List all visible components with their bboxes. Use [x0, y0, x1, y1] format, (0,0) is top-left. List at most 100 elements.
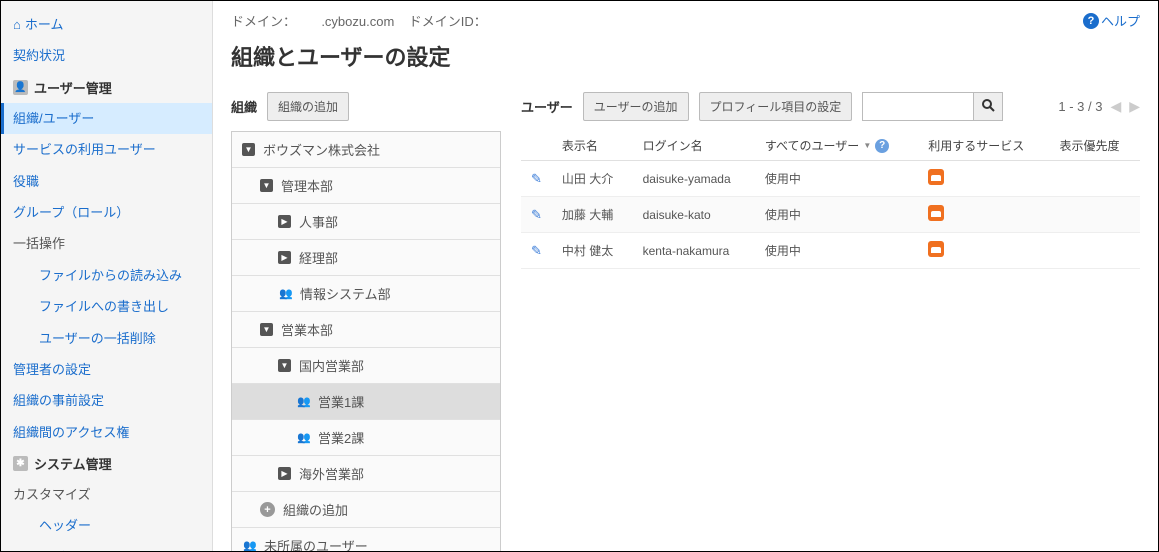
tree-item-label: 国内営業部 — [299, 356, 364, 375]
edit-icon[interactable]: ✎ — [531, 243, 542, 258]
nav-groups[interactable]: グループ（ロール） — [1, 197, 212, 228]
tree-item-label: 営業2課 — [318, 428, 364, 447]
tree-item[interactable]: 管理本部 — [232, 168, 500, 204]
tree-unassigned[interactable]: 👥未所属のユーザー — [232, 528, 500, 551]
tree-item[interactable]: 👥 営業1課 — [232, 384, 500, 420]
tree-item[interactable]: 営業本部 — [232, 312, 500, 348]
pager-next-icon[interactable]: ▶ — [1129, 98, 1140, 115]
nav-login-page[interactable]: ログインページ — [1, 542, 212, 551]
domain-id-label: ドメインID： — [409, 14, 487, 29]
help-link[interactable]: ? ヘルプ — [1083, 11, 1140, 30]
search-icon — [981, 98, 995, 112]
domain-value: .cybozu.com — [321, 14, 394, 29]
tree-item[interactable]: 人事部 — [232, 204, 500, 240]
col-login-name: ログイン名 — [633, 131, 755, 161]
domain-label: ドメイン： — [231, 14, 296, 29]
users-icon: 👥 — [242, 539, 258, 551]
help-tooltip-icon[interactable]: ? — [875, 139, 889, 153]
tree-add-org[interactable]: +組織の追加 — [232, 492, 500, 528]
pager-prev-icon[interactable]: ◀ — [1110, 98, 1121, 115]
tree-item-label: 情報システム部 — [300, 284, 391, 303]
user-column: ユーザー ユーザーの追加 プロフィール項目の設定 1 - 3 / 3 ◀ ▶ — [521, 92, 1140, 551]
cell-display-name: 山田 大介 — [552, 161, 633, 197]
tree-item[interactable]: ボウズマン株式会社 — [232, 132, 500, 168]
nav-header[interactable]: ヘッダー — [1, 510, 212, 541]
tree-item-label: 海外営業部 — [299, 464, 364, 483]
org-title: 組織 — [231, 97, 257, 116]
nav-contract[interactable]: 契約状況 — [1, 40, 212, 71]
cell-status: 使用中 — [755, 233, 918, 269]
collapse-icon[interactable] — [260, 179, 273, 192]
users-icon: 👥 — [296, 395, 312, 408]
cell-status: 使用中 — [755, 161, 918, 197]
tree-item-label: 人事部 — [299, 212, 338, 231]
tree-item[interactable]: 経理部 — [232, 240, 500, 276]
tree-item[interactable]: 👥 営業2課 — [232, 420, 500, 456]
users-title: ユーザー — [521, 97, 573, 116]
cell-login-name: kenta-nakamura — [633, 233, 755, 269]
users-icon: 👥 — [278, 287, 294, 300]
user-section-icon: 👤 — [13, 80, 28, 95]
service-icon — [928, 205, 944, 221]
nav-admin-settings[interactable]: 管理者の設定 — [1, 354, 212, 385]
nav-service-users[interactable]: サービスの利用ユーザー — [1, 134, 212, 165]
section-user-mgmt: 👤 ユーザー管理 — [1, 72, 212, 103]
cell-login-name: daisuke-yamada — [633, 161, 755, 197]
top-bar: ドメイン： .cybozu.com ドメインID： ? ヘルプ — [231, 11, 1140, 30]
tree-item-label: ボウズマン株式会社 — [263, 140, 380, 159]
nav-export[interactable]: ファイルへの書き出し — [1, 291, 212, 322]
search-button[interactable] — [973, 93, 1002, 120]
collapse-icon[interactable] — [278, 359, 291, 372]
nav-positions[interactable]: 役職 — [1, 166, 212, 197]
expand-icon[interactable] — [278, 215, 291, 228]
nav-home[interactable]: ⌂ ホーム — [1, 9, 212, 40]
plus-icon: + — [260, 502, 275, 517]
col-priority: 表示優先度 — [1049, 131, 1140, 161]
page-title: 組織とユーザーの設定 — [231, 40, 1140, 72]
help-icon: ? — [1083, 13, 1099, 29]
gear-section-icon: ✱ — [13, 456, 28, 471]
user-search — [862, 92, 1003, 121]
cell-display-name: 加藤 大輔 — [552, 197, 633, 233]
nav-customize-label: カスタマイズ — [1, 479, 212, 510]
table-row: ✎ 中村 健太kenta-nakamura使用中 — [521, 233, 1140, 269]
expand-icon[interactable] — [278, 251, 291, 264]
org-column: 組織 組織の追加 ボウズマン株式会社管理本部人事部経理部 👥 情報システム部営業本部… — [231, 92, 501, 551]
main-content: ドメイン： .cybozu.com ドメインID： ? ヘルプ 組織とユーザーの… — [213, 1, 1158, 551]
tree-item-label: 管理本部 — [281, 176, 333, 195]
nav-bulk-delete[interactable]: ユーザーの一括削除 — [1, 323, 212, 354]
search-input[interactable] — [863, 94, 973, 119]
nav-home-label: ホーム — [25, 13, 64, 36]
cell-status: 使用中 — [755, 197, 918, 233]
tree-item-label: 営業1課 — [318, 392, 364, 411]
org-tree: ボウズマン株式会社管理本部人事部経理部 👥 情報システム部営業本部国内営業部 👥 営業1… — [231, 131, 501, 551]
sidebar: ⌂ ホーム 契約状況 👤 ユーザー管理 組織/ユーザー サービスの利用ユーザー … — [1, 1, 213, 551]
edit-icon[interactable]: ✎ — [531, 171, 542, 186]
service-icon — [928, 169, 944, 185]
add-user-button[interactable]: ユーザーの追加 — [583, 92, 689, 121]
home-icon: ⌂ — [13, 13, 21, 36]
cell-display-name: 中村 健太 — [552, 233, 633, 269]
add-org-button[interactable]: 組織の追加 — [267, 92, 349, 121]
col-display-name: 表示名 — [552, 131, 633, 161]
nav-org-preset[interactable]: 組織の事前設定 — [1, 385, 212, 416]
edit-icon[interactable]: ✎ — [531, 207, 542, 222]
tree-item-label: 経理部 — [299, 248, 338, 267]
pager-text: 1 - 3 / 3 — [1058, 99, 1102, 114]
tree-item[interactable]: 海外営業部 — [232, 456, 500, 492]
tree-item[interactable]: 👥 情報システム部 — [232, 276, 500, 312]
collapse-icon[interactable] — [242, 143, 255, 156]
tree-item-label: 営業本部 — [281, 320, 333, 339]
tree-item[interactable]: 国内営業部 — [232, 348, 500, 384]
profile-fields-button[interactable]: プロフィール項目の設定 — [699, 92, 853, 121]
nav-org-access[interactable]: 組織間のアクセス権 — [1, 417, 212, 448]
collapse-icon[interactable] — [260, 323, 273, 336]
table-row: ✎ 山田 大介daisuke-yamada使用中 — [521, 161, 1140, 197]
user-table: 表示名 ログイン名 すべてのユーザー ▼ ? 利用するサービス 表示優先度 — [521, 131, 1140, 269]
users-icon: 👥 — [296, 431, 312, 444]
expand-icon[interactable] — [278, 467, 291, 480]
nav-org-user[interactable]: 組織/ユーザー — [1, 103, 212, 134]
nav-import[interactable]: ファイルからの読み込み — [1, 260, 212, 291]
pager: 1 - 3 / 3 ◀ ▶ — [1058, 98, 1140, 115]
col-filter[interactable]: すべてのユーザー ▼ ? — [755, 131, 918, 161]
